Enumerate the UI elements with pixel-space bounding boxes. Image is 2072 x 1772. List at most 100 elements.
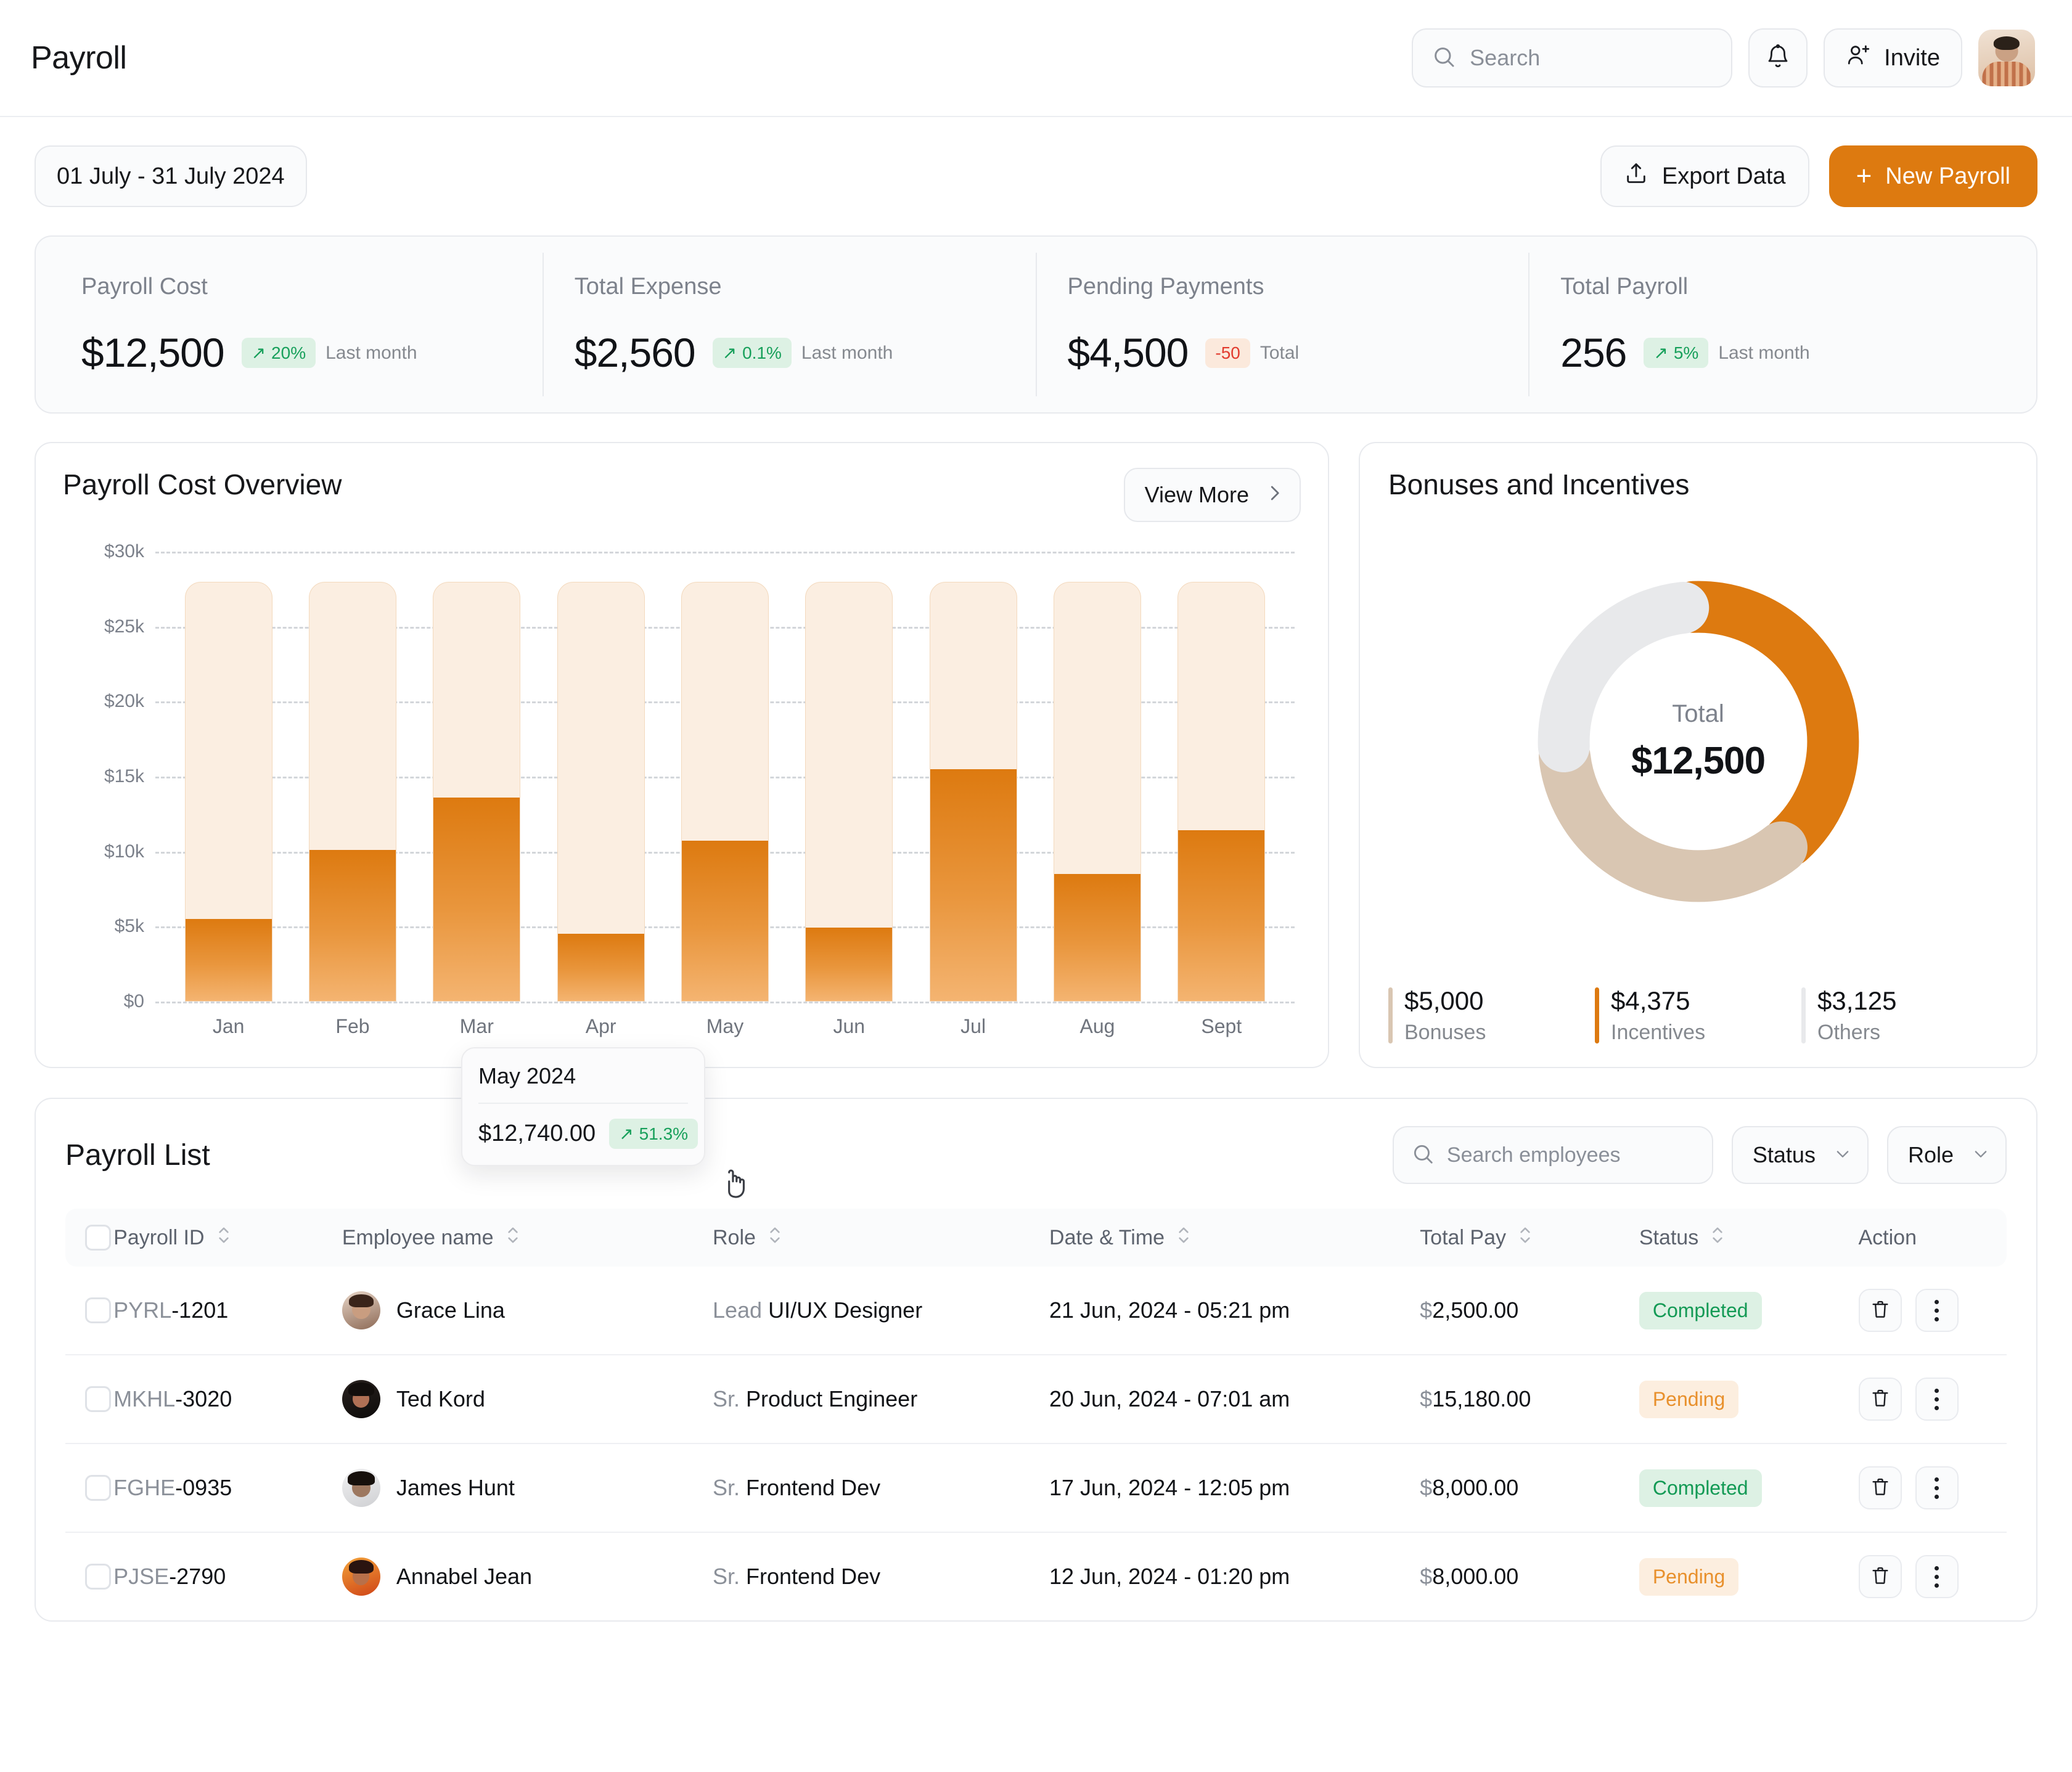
search-employees-input[interactable]: Search employees [1392, 1126, 1713, 1184]
row-more-menu-button[interactable] [1915, 1555, 1959, 1598]
row-checkbox[interactable] [85, 1297, 111, 1323]
y-axis-tick-label: $5k [114, 916, 144, 937]
employee-name: Grace Lina [396, 1297, 505, 1323]
bar-slot[interactable] [415, 552, 539, 1002]
row-checkbox[interactable] [85, 1564, 111, 1590]
new-payroll-button[interactable]: + New Payroll [1828, 145, 2037, 207]
payroll-list-title: Payroll List [65, 1138, 210, 1172]
bar-slot[interactable] [1160, 552, 1284, 1002]
export-data-button[interactable]: Export Data [1600, 145, 1809, 207]
role-main: Product Engineer [746, 1386, 918, 1411]
x-axis-tick-label: Feb [335, 1015, 370, 1037]
legend-value: $5,000 [1404, 986, 1484, 1015]
row-checkbox[interactable] [85, 1475, 111, 1501]
legend-label: Bonuses [1404, 1021, 1486, 1044]
employee-avatar [342, 1558, 380, 1596]
arrow-up-right-icon: ↗ [722, 343, 737, 362]
legend-value: $3,125 [1817, 986, 1897, 1015]
date-time: 21 Jun, 2024 - 05:21 pm [1049, 1297, 1290, 1323]
bar-track [681, 581, 769, 1002]
delete-row-button[interactable] [1858, 1555, 1902, 1598]
delete-row-button[interactable] [1858, 1378, 1902, 1421]
row-more-menu-button[interactable] [1915, 1378, 1959, 1421]
top-bar-actions: Search Invite [1412, 28, 2035, 88]
bar-slot[interactable] [166, 552, 290, 1002]
kpi-delta-badge: ↗ 5% [1644, 338, 1709, 368]
role-prefix: Sr. [712, 1386, 740, 1411]
sort-icon [216, 1225, 232, 1251]
table-row[interactable]: FGHE-0935 James Hunt Sr. Frontend Dev 17 Ju… [65, 1443, 2007, 1533]
donut-legend-item: $5,000 Bonuses [1388, 986, 1595, 1045]
notifications-button[interactable] [1748, 28, 1808, 88]
legend-label: Others [1817, 1021, 1881, 1044]
x-axis-labels: Jan Feb Mar Apr May Jun Jul Aug Sept [155, 1015, 1295, 1038]
date-time: 12 Jun, 2024 - 01:20 pm [1049, 1564, 1290, 1589]
kpi-delta-badge: ↗ 0.1% [712, 338, 792, 368]
bar-slot[interactable] [911, 552, 1035, 1002]
arrow-up-right-icon: ↗ [1653, 343, 1668, 362]
bar-slot[interactable] [539, 552, 663, 1002]
table-row[interactable]: MKHL-3020 Ted Kord Sr. Product Engineer 20 … [65, 1355, 2007, 1444]
avatar[interactable] [1978, 30, 2035, 86]
legend-label: Incentives [1611, 1021, 1706, 1044]
global-search-placeholder: Search [1470, 45, 1541, 70]
column-header-total-pay[interactable]: Total Pay [1420, 1209, 1639, 1267]
pay-amount: 8,000.00 [1432, 1475, 1519, 1500]
kpi-label: Payroll Cost [81, 274, 208, 300]
trash-icon [1870, 1476, 1891, 1500]
status-filter-select[interactable]: Status [1731, 1126, 1869, 1184]
page-title: Payroll [31, 40, 127, 76]
donut-center-label: Total [1672, 700, 1724, 727]
pay-amount: 15,180.00 [1432, 1386, 1531, 1411]
table-row[interactable]: PJSE-2790 Annabel Jean Sr. Frontend Dev 12 … [65, 1532, 2007, 1620]
mouse-cursor-icon [719, 1167, 750, 1205]
payroll-id-suffix: -3020 [175, 1386, 232, 1411]
column-label: Status [1639, 1225, 1699, 1249]
column-header-role[interactable]: Role [713, 1209, 1049, 1267]
bar-track [184, 581, 272, 1002]
global-search-input[interactable]: Search [1412, 28, 1733, 88]
column-header-date-time[interactable]: Date & Time [1049, 1209, 1420, 1267]
select-all-checkbox[interactable] [85, 1225, 111, 1251]
row-select-cell [65, 1532, 113, 1620]
column-header-payroll-id[interactable]: Payroll ID [113, 1209, 342, 1267]
column-header-status[interactable]: Status [1639, 1209, 1859, 1267]
row-more-menu-button[interactable] [1915, 1289, 1959, 1332]
row-checkbox[interactable] [85, 1386, 111, 1412]
delete-row-button[interactable] [1858, 1289, 1902, 1332]
bar-fill [433, 798, 520, 1001]
cell-total-pay: $2,500.00 [1420, 1267, 1639, 1355]
kpi-sub-label: Total [1259, 343, 1300, 363]
role-prefix: Sr. [712, 1475, 740, 1500]
pay-currency: $ [1420, 1475, 1433, 1500]
delete-row-button[interactable] [1858, 1466, 1902, 1509]
payroll-id-prefix: PJSE [113, 1564, 170, 1589]
role-filter-select[interactable]: Role [1886, 1126, 2007, 1184]
invite-button[interactable]: Invite [1824, 28, 1962, 88]
cell-total-pay: $15,180.00 [1420, 1355, 1639, 1444]
bar-fill [185, 918, 272, 1001]
cell-action [1858, 1267, 2007, 1355]
kpi-value: 256 [1560, 330, 1627, 375]
bar-slot[interactable] [663, 552, 787, 1002]
cell-payroll-id: PYRL-1201 [113, 1267, 342, 1355]
date-time: 17 Jun, 2024 - 12:05 pm [1049, 1475, 1290, 1500]
tooltip-delta-value: 51.3% [639, 1124, 689, 1143]
bar-chart: $0 $5k $10k $15k $20k $25k $30k Jan Feb Mar Apr Ma… [63, 541, 1301, 1045]
bar-slot[interactable] [290, 552, 414, 1002]
legend-color-bar [1801, 987, 1806, 1043]
column-header-employee-name[interactable]: Employee name [342, 1209, 713, 1267]
cell-employee-name: Grace Lina [342, 1267, 713, 1355]
tooltip-title: May 2024 [478, 1063, 688, 1104]
date-range-picker[interactable]: 01 July - 31 July 2024 [35, 145, 307, 207]
y-axis-tick-label: $25k [104, 616, 144, 637]
payroll-id-suffix: -0935 [175, 1475, 232, 1500]
view-more-button[interactable]: View More [1123, 468, 1301, 522]
page-body: 01 July - 31 July 2024 Export Data + New… [0, 117, 2072, 1622]
bar-slot[interactable] [787, 552, 911, 1002]
column-header-action: Action [1859, 1209, 2007, 1267]
table-row[interactable]: PYRL-1201 Grace Lina Lead UI/UX Designer 21… [65, 1267, 2007, 1355]
employee-name: Annabel Jean [396, 1564, 533, 1589]
row-more-menu-button[interactable] [1915, 1466, 1959, 1509]
bar-slot[interactable] [1035, 552, 1159, 1002]
